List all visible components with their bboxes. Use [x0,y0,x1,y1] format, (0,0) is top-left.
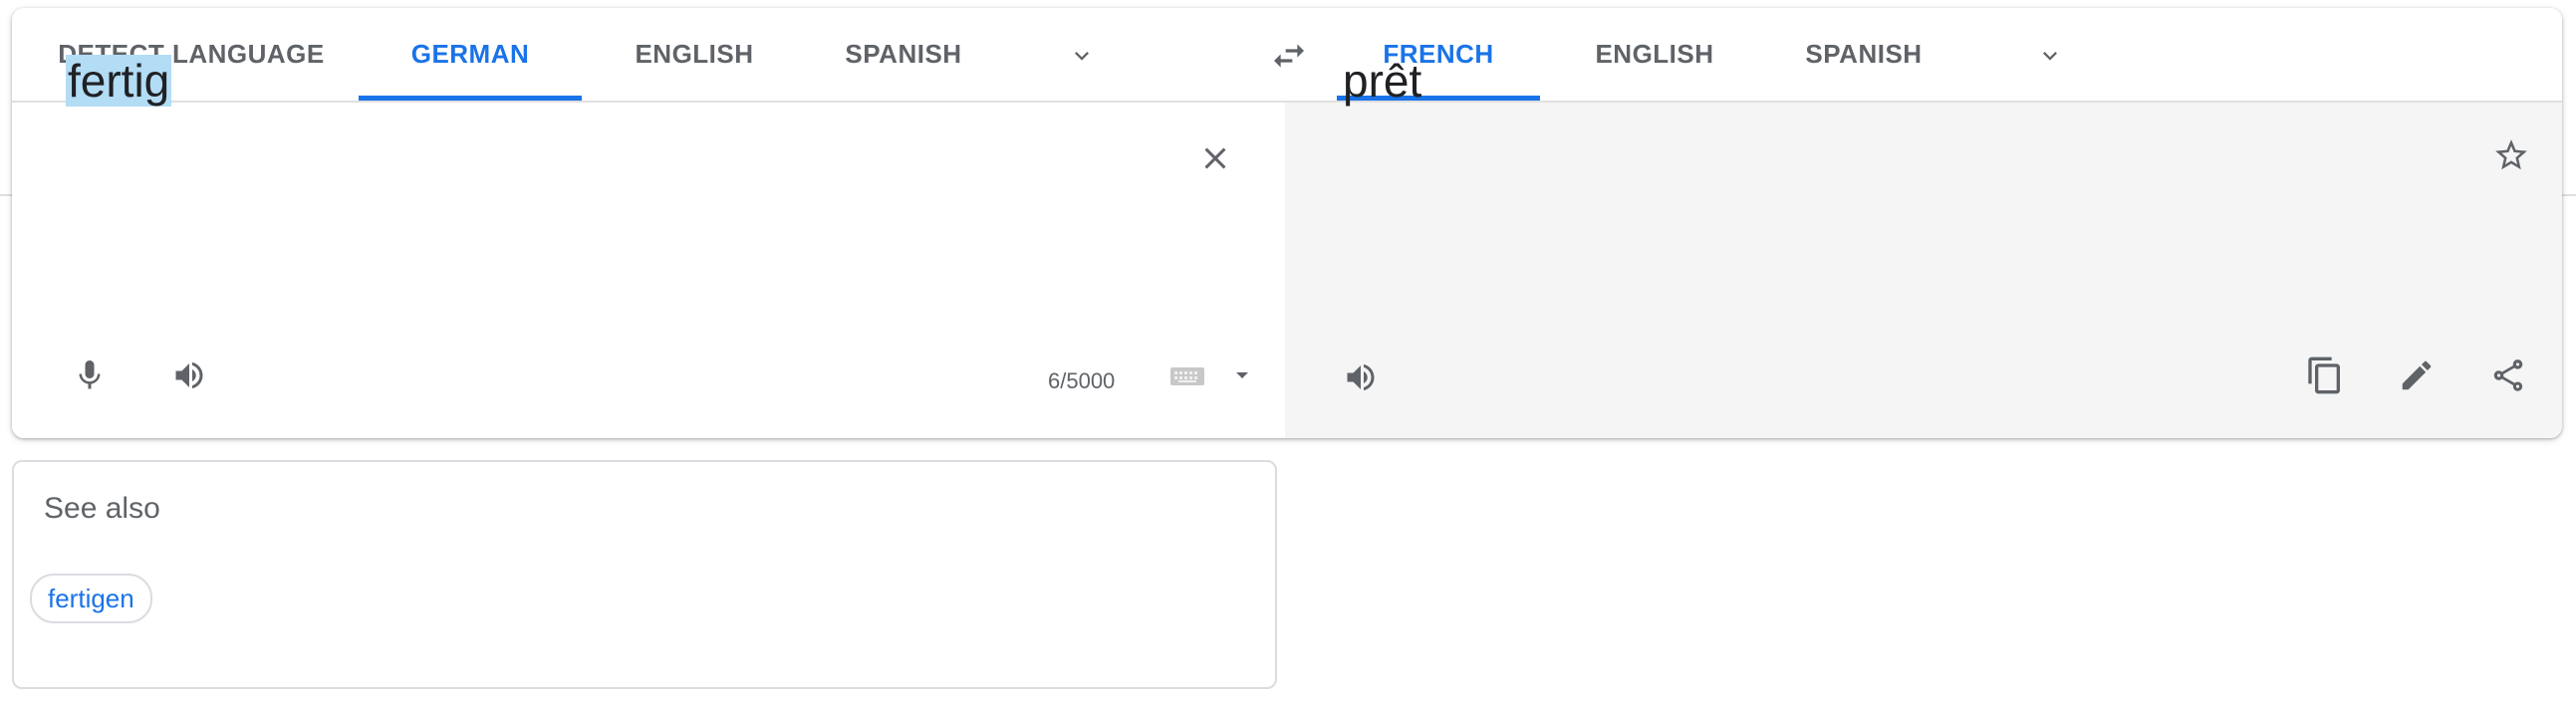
source-text[interactable]: fertig [66,50,172,112]
translator-card: DETECT LANGUAGE GERMAN ENGLISH SPANISH F… [12,8,2562,438]
tab-source-english[interactable]: ENGLISH [600,8,789,101]
close-icon[interactable] [1193,136,1237,180]
caret-down-icon[interactable] [1227,363,1257,387]
translated-text: prêt [1343,55,1422,107]
suggestion-chip-fertigen[interactable]: fertigen [30,574,152,623]
see-also-panel: See also fertigen [12,460,1277,689]
speaker-icon[interactable] [1339,355,1383,399]
language-tab-bar: DETECT LANGUAGE GERMAN ENGLISH SPANISH F… [12,8,2562,103]
chevron-down-icon[interactable] [2028,34,2072,78]
target-pane [1285,103,2562,438]
tab-source-spanish[interactable]: SPANISH [809,8,998,101]
pencil-icon[interactable] [2393,352,2441,399]
keyboard-icon[interactable] [1167,359,1207,393]
tab-source-german[interactable]: GERMAN [359,8,582,101]
microphone-icon[interactable] [68,353,112,397]
share-icon[interactable] [2484,352,2532,399]
chevron-down-icon[interactable] [1060,34,1104,78]
tab-target-english[interactable]: ENGLISH [1560,8,1749,101]
speaker-icon[interactable] [167,353,211,397]
swap-icon[interactable] [1265,32,1313,80]
copy-icon[interactable] [2301,352,2349,399]
character-count: 6/5000 [1048,368,1116,393]
star-icon[interactable] [2488,132,2534,178]
tab-target-spanish[interactable]: SPANISH [1769,8,1958,101]
see-also-title: See also [44,492,160,525]
